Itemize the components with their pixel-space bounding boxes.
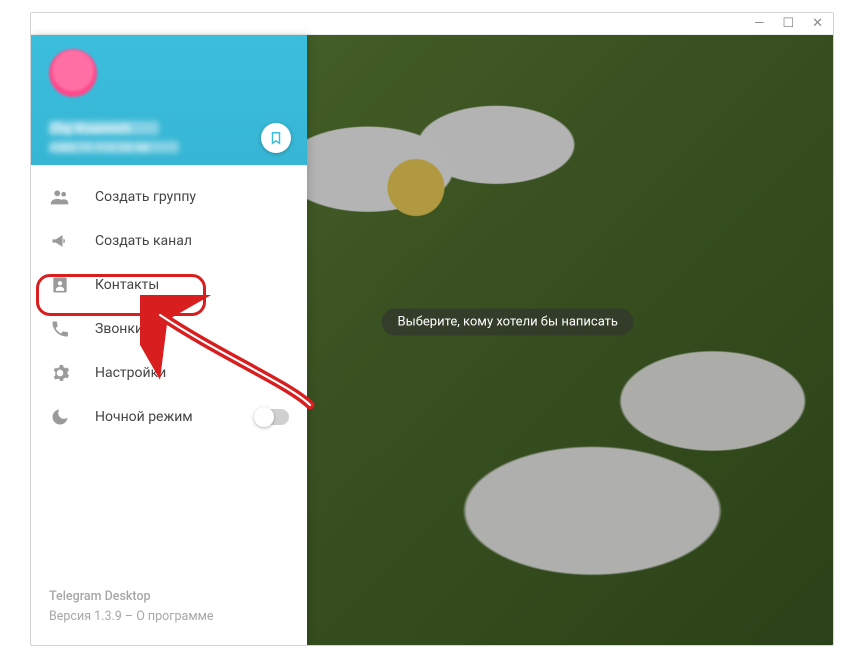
gear-icon [49, 362, 71, 384]
menu-footer: Telegram Desktop Версия 1.3.9 – О програ… [31, 587, 307, 645]
menu-item-label: Контакты [95, 277, 159, 293]
megaphone-icon [49, 230, 71, 252]
chat-empty-hint: Выберите, кому хотели бы написать [382, 308, 634, 335]
user-phone: +385 71 112 05 98 [49, 141, 179, 153]
menu-item-label: Звонки [95, 321, 143, 337]
menu-item-night-mode[interactable]: Ночной режим [31, 395, 307, 439]
version-about[interactable]: Версия 1.3.9 – О программе [49, 607, 289, 627]
menu-item-contacts[interactable]: Контакты [31, 263, 307, 307]
menu-items: Создать группу Создать канал Контакты [31, 165, 307, 439]
app-name: Telegram Desktop [49, 587, 289, 607]
menu-item-new-group[interactable]: Создать группу [31, 175, 307, 219]
minimize-button[interactable]: — [754, 17, 764, 30]
group-icon [49, 186, 71, 208]
contacts-icon [49, 274, 71, 296]
app-content: Выберите, кому хотели бы написать Zhy Ks… [31, 35, 833, 645]
user-info: Zhy Ksamich +385 71 112 05 98 [49, 121, 179, 153]
menu-item-label: Настройки [95, 365, 166, 381]
moon-icon [49, 406, 71, 428]
menu-item-settings[interactable]: Настройки [31, 351, 307, 395]
menu-item-label: Создать группу [95, 189, 196, 205]
avatar[interactable] [49, 49, 97, 97]
saved-messages-button[interactable] [261, 123, 291, 153]
side-menu: Zhy Ksamich +385 71 112 05 98 Создать гр… [31, 35, 307, 645]
menu-item-label: Ночной режим [95, 409, 193, 425]
close-button[interactable]: ✕ [812, 17, 823, 30]
menu-header: Zhy Ksamich +385 71 112 05 98 [31, 35, 307, 165]
phone-icon [49, 318, 71, 340]
night-mode-toggle[interactable] [255, 409, 289, 425]
app-window: — ☐ ✕ Выберите, кому хотели бы написать … [30, 12, 834, 646]
menu-item-label: Создать канал [95, 233, 192, 249]
menu-item-new-channel[interactable]: Создать канал [31, 219, 307, 263]
window-titlebar: — ☐ ✕ [31, 13, 833, 35]
menu-item-calls[interactable]: Звонки [31, 307, 307, 351]
bookmark-icon [269, 131, 283, 145]
maximize-button[interactable]: ☐ [782, 17, 794, 30]
user-name: Zhy Ksamich [49, 121, 159, 135]
